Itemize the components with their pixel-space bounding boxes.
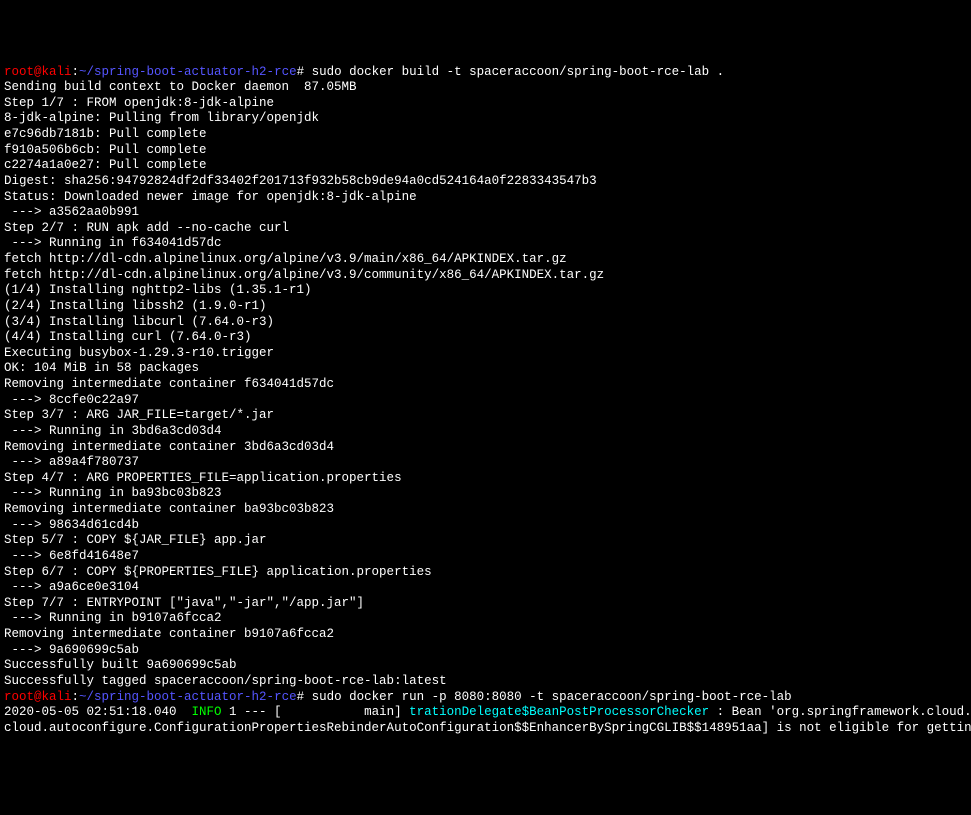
output-line: ---> Running in ba93bc03b823 [4,486,967,502]
output-line: Step 6/7 : COPY ${PROPERTIES_FILE} appli… [4,565,967,581]
output-line: ---> 6e8fd41648e7 [4,549,967,565]
log-line: cloud.autoconfigure.ConfigurationPropert… [4,721,967,737]
output-line: Step 5/7 : COPY ${JAR_FILE} app.jar [4,533,967,549]
output-line: c2274a1a0e27: Pull complete [4,158,967,174]
output-line: 8-jdk-alpine: Pulling from library/openj… [4,111,967,127]
log-line: 2020-05-05 02:51:18.040 INFO 1 --- [ mai… [4,705,967,721]
output-line: fetch http://dl-cdn.alpinelinux.org/alpi… [4,252,967,268]
path: ~/spring-boot-actuator-h2-rce [79,690,297,704]
output-line: ---> a89a4f780737 [4,455,967,471]
output-line: ---> Running in b9107a6fcca2 [4,611,967,627]
output-line: (1/4) Installing nghttp2-libs (1.35.1-r1… [4,283,967,299]
output-line: (4/4) Installing curl (7.64.0-r3) [4,330,967,346]
output-line: OK: 104 MiB in 58 packages [4,361,967,377]
output-line: Step 2/7 : RUN apk add --no-cache curl [4,221,967,237]
output-line: ---> 8ccfe0c22a97 [4,393,967,409]
command-text: sudo docker run -p 8080:8080 -t spacerac… [304,690,792,704]
output-line: Removing intermediate container 3bd6a3cd… [4,440,967,456]
output-line: Removing intermediate container b9107a6f… [4,627,967,643]
command-text: sudo docker build -t spaceraccoon/spring… [304,65,724,79]
output-line: ---> 98634d61cd4b [4,518,967,534]
output-line: ---> a9a6ce0e3104 [4,580,967,596]
output-line: Step 7/7 : ENTRYPOINT ["java","-jar","/a… [4,596,967,612]
prompt-line-1: root@kali:~/spring-boot-actuator-h2-rce#… [4,65,967,81]
output-line: Step 3/7 : ARG JAR_FILE=target/*.jar [4,408,967,424]
output-line: e7c96db7181b: Pull complete [4,127,967,143]
output-line: Sending build context to Docker daemon 8… [4,80,967,96]
output-line: (2/4) Installing libssh2 (1.9.0-r1) [4,299,967,315]
log-level: INFO [192,705,222,719]
log-logger: trationDelegate$BeanPostProcessorChecker [409,705,709,719]
output-line: ---> Running in f634041d57dc [4,236,967,252]
output-line: Removing intermediate container f634041d… [4,377,967,393]
user-host: root@kali [4,690,72,704]
terminal-output[interactable]: root@kali:~/spring-boot-actuator-h2-rce#… [4,65,967,737]
output-line: Step 1/7 : FROM openjdk:8-jdk-alpine [4,96,967,112]
path: ~/spring-boot-actuator-h2-rce [79,65,297,79]
output-line: Successfully tagged spaceraccoon/spring-… [4,674,967,690]
output-line: fetch http://dl-cdn.alpinelinux.org/alpi… [4,268,967,284]
output-line: f910a506b6cb: Pull complete [4,143,967,159]
output-line: Step 4/7 : ARG PROPERTIES_FILE=applicati… [4,471,967,487]
output-line: Digest: sha256:94792824df2df33402f201713… [4,174,967,190]
output-line: Status: Downloaded newer image for openj… [4,190,967,206]
output-line: Successfully built 9a690699c5ab [4,658,967,674]
output-line: ---> a3562aa0b991 [4,205,967,221]
output-line: Executing busybox-1.29.3-r10.trigger [4,346,967,362]
log-timestamp: 2020-05-05 02:51:18.040 [4,705,192,719]
prompt-line-2: root@kali:~/spring-boot-actuator-h2-rce#… [4,690,967,706]
user-host: root@kali [4,65,72,79]
output-line: ---> Running in 3bd6a3cd03d4 [4,424,967,440]
output-line: (3/4) Installing libcurl (7.64.0-r3) [4,315,967,331]
output-line: Removing intermediate container ba93bc03… [4,502,967,518]
